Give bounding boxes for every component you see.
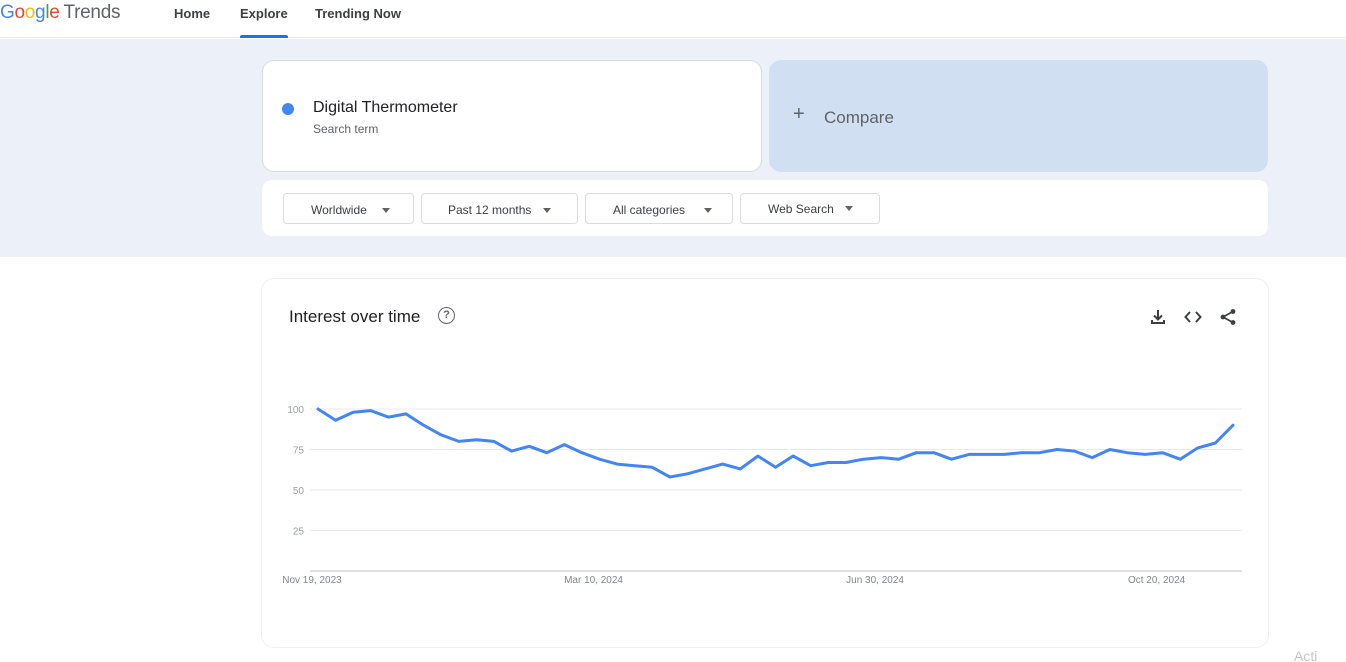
region-filter-dropdown[interactable]: Worldwide xyxy=(283,193,414,224)
time-range-filter-dropdown[interactable]: Past 12 months xyxy=(421,193,578,224)
caret-down-icon xyxy=(845,206,853,211)
compare-label: Compare xyxy=(824,108,894,127)
watermark-text: Acti xyxy=(1294,648,1318,662)
y-tick-label: 50 xyxy=(293,486,305,497)
search-term-title[interactable]: Digital Thermometer xyxy=(313,99,458,117)
term-color-dot xyxy=(282,103,294,115)
x-tick-label: Mar 10, 2024 xyxy=(564,575,623,586)
nav-trending-now[interactable]: Trending Now xyxy=(315,6,401,21)
nav-explore[interactable]: Explore xyxy=(240,6,288,21)
search-type-filter-dropdown[interactable]: Web Search xyxy=(740,193,880,224)
region-filter-label: Worldwide xyxy=(311,203,367,217)
logo-letter: o xyxy=(24,2,36,23)
category-filter-dropdown[interactable]: All categories xyxy=(585,193,733,224)
caret-down-icon xyxy=(543,208,551,213)
y-tick-label: 75 xyxy=(293,446,305,457)
caret-down-icon xyxy=(382,208,390,213)
google-trends-logo[interactable]: Google Trends xyxy=(0,2,120,24)
y-tick-label: 25 xyxy=(293,527,305,538)
time-range-filter-label: Past 12 months xyxy=(448,203,532,217)
y-tick-label: 100 xyxy=(287,405,304,416)
logo-letter: o xyxy=(14,2,25,23)
logo-trends-word: Trends xyxy=(63,2,121,23)
search-term-card[interactable]: Digital Thermometer Search term xyxy=(262,60,762,172)
x-tick-label: Jun 30, 2024 xyxy=(846,575,904,586)
x-tick-label: Oct 20, 2024 xyxy=(1128,575,1186,586)
logo-letter: g xyxy=(35,2,46,23)
x-tick-label: Nov 19, 2023 xyxy=(282,575,342,586)
logo-letter: e xyxy=(49,2,60,23)
plus-icon: + xyxy=(793,103,805,125)
search-type-filter-label: Web Search xyxy=(768,202,834,216)
category-filter-label: All categories xyxy=(613,203,686,217)
caret-down-icon xyxy=(704,208,712,213)
nav-home[interactable]: Home xyxy=(174,6,210,21)
top-app-bar: Google Trends Home Explore Trending Now xyxy=(0,0,1346,38)
filter-bar: Worldwide Past 12 months All categories … xyxy=(262,180,1268,236)
interest-over-time-card: Interest over time ? 25 50 75 100 Nov 19, 20… xyxy=(262,279,1268,647)
compare-button[interactable]: + Compare xyxy=(769,60,1268,172)
logo-letter: G xyxy=(0,2,15,23)
search-term-subtitle: Search term xyxy=(313,122,379,136)
active-tab-indicator xyxy=(240,35,288,38)
interest-line-chart: 25 50 75 100 Nov 19, 2023 Mar 10, 2024 Jun 30,… xyxy=(282,405,1242,586)
